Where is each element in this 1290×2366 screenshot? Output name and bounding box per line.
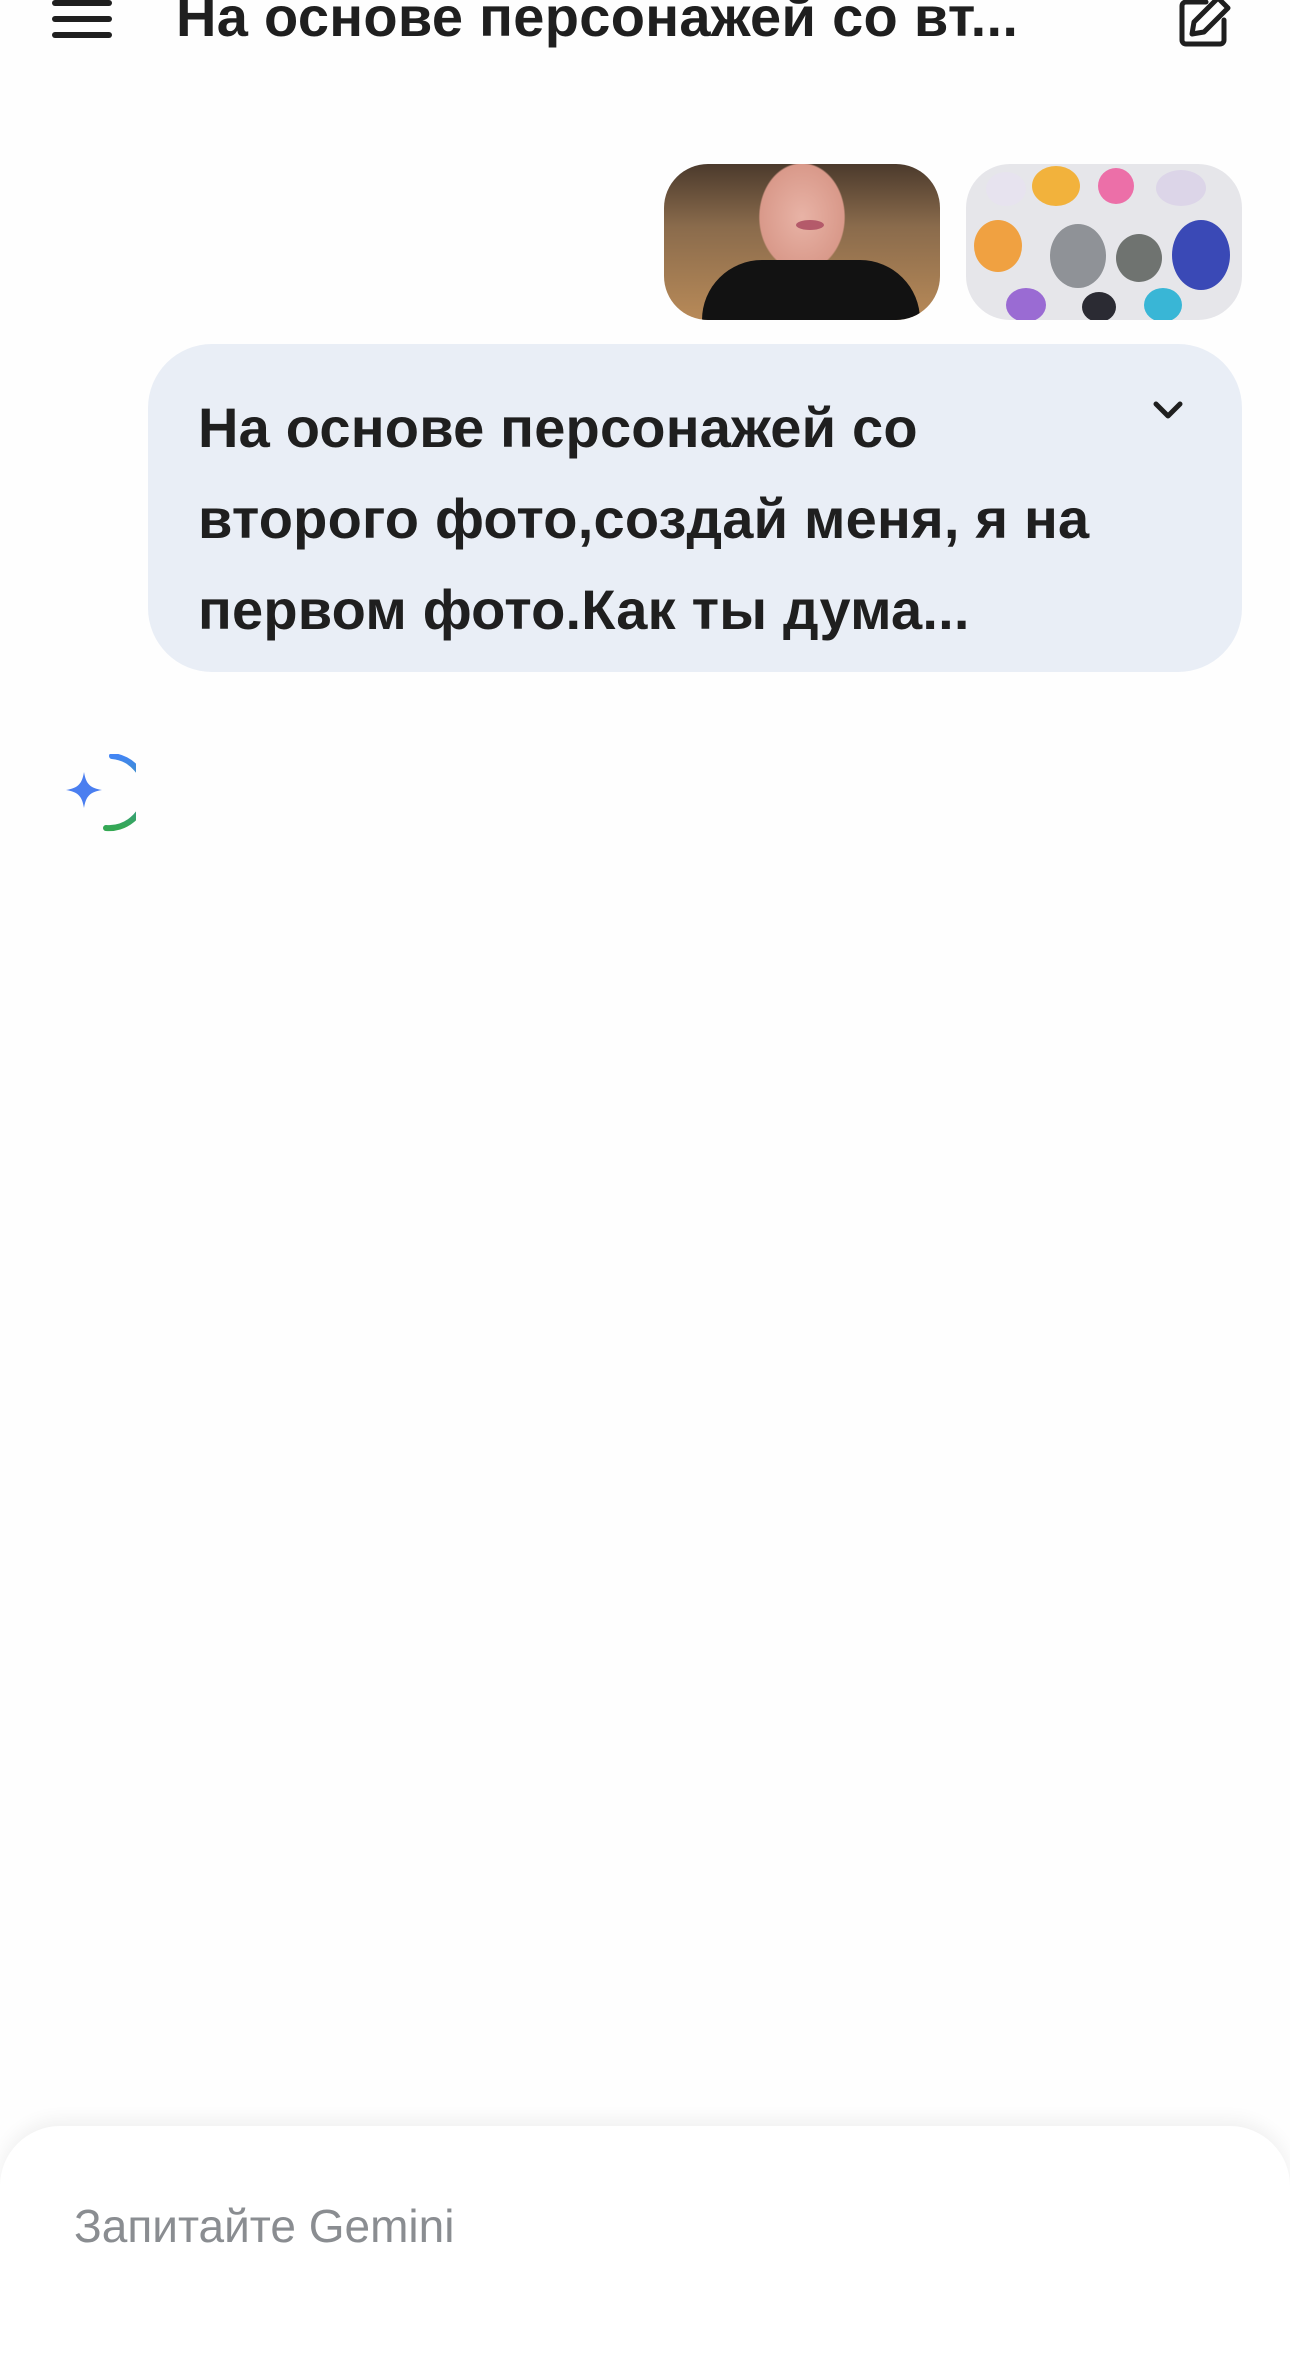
prompt-input[interactable] [72,2198,1176,2254]
photo-detail [1032,166,1080,206]
user-message-text: На основе персонажей со второго фото,соз… [198,396,1090,641]
attachment-photo-ponies[interactable] [966,164,1242,320]
attachment-photo-person[interactable] [664,164,940,320]
photo-detail [1156,170,1206,206]
photo-detail [974,220,1022,272]
photo-detail [1006,288,1046,320]
photo-detail [1050,224,1106,288]
hamburger-menu-icon[interactable] [52,0,112,40]
prompt-input-panel [0,2126,1290,2366]
photo-detail [1098,168,1134,204]
top-app-bar: На основе персонажей со вт... [0,0,1290,60]
photo-detail [702,260,920,320]
photo-detail [1082,292,1116,320]
message-attachments [664,164,1242,320]
photo-detail [1144,288,1182,320]
photo-detail [1172,220,1230,290]
photo-detail [1116,234,1162,282]
user-message-bubble[interactable]: На основе персонажей со второго фото,соз… [148,344,1242,672]
chevron-down-icon[interactable] [1146,388,1190,432]
photo-detail [796,220,824,230]
photo-detail [986,172,1026,206]
chat-title: На основе персонажей со вт... [176,0,1019,48]
gemini-sparkle-spinner-icon [66,754,136,832]
new-chat-edit-icon[interactable] [1176,0,1232,50]
